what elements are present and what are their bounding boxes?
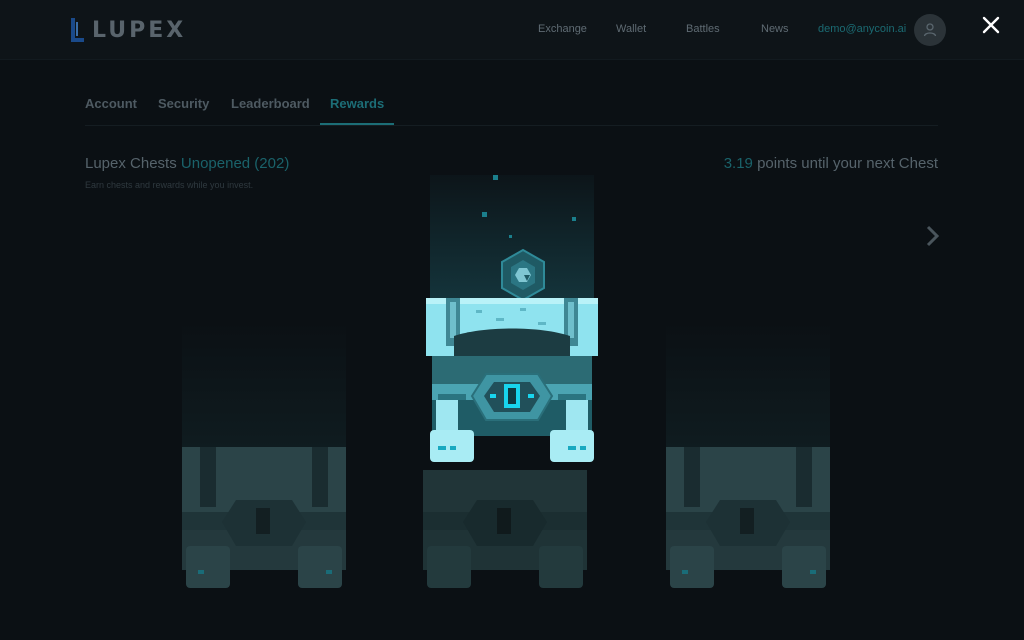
chest-card-left[interactable] (180, 300, 348, 600)
tab-rewards[interactable]: Rewards (330, 96, 384, 111)
lupex-logo[interactable]: LUPEX (70, 15, 186, 45)
nav-wallet[interactable]: Wallet (616, 23, 646, 35)
lupex-logo-icon (71, 18, 84, 42)
points-text: points until your next Chest (757, 155, 938, 172)
chest-icon (182, 447, 346, 588)
chests-heading: Lupex Chests Unopened (202) (85, 155, 289, 172)
close-button[interactable] (978, 12, 1004, 38)
sparkle (572, 217, 576, 221)
brand-name: LUPEX (92, 17, 187, 43)
top-navigation-bar: LUPEX Exchange Wallet Battles News demo@… (0, 0, 1024, 60)
active-tab-indicator (320, 123, 394, 125)
chests-title: Lupex Chests (85, 155, 177, 172)
chest-card-right[interactable] (664, 300, 832, 600)
chevron-right-icon (926, 225, 940, 247)
avatar[interactable] (914, 14, 946, 46)
user-email[interactable]: demo@anycoin.ai (818, 23, 906, 35)
points-value: 3.19 (723, 155, 753, 172)
chest-icon (666, 447, 830, 588)
profile-tabs: Account Security Leaderboard Rewards (85, 90, 938, 126)
points-until-next-chest: 3.19 points until your next Chest (724, 155, 938, 172)
next-chest-button[interactable] (922, 224, 942, 248)
user-icon (923, 23, 937, 37)
sparkle (509, 235, 512, 238)
tab-leaderboard[interactable]: Leaderboard (231, 96, 310, 111)
nav-news[interactable]: News (761, 23, 789, 35)
sparkle (493, 175, 498, 180)
tab-account[interactable]: Account (85, 96, 137, 111)
sparkle (482, 212, 487, 217)
nav-exchange[interactable]: Exchange (538, 23, 587, 35)
chests-subtitle: Earn chests and rewards while you invest… (85, 180, 254, 190)
open-chest-icon[interactable] (424, 296, 600, 466)
unopened-count: Unopened (202) (180, 155, 290, 172)
nav-battles[interactable]: Battles (686, 23, 720, 35)
hexagon-coin-icon (501, 248, 545, 302)
close-icon (982, 16, 1000, 34)
tab-security[interactable]: Security (158, 96, 209, 111)
